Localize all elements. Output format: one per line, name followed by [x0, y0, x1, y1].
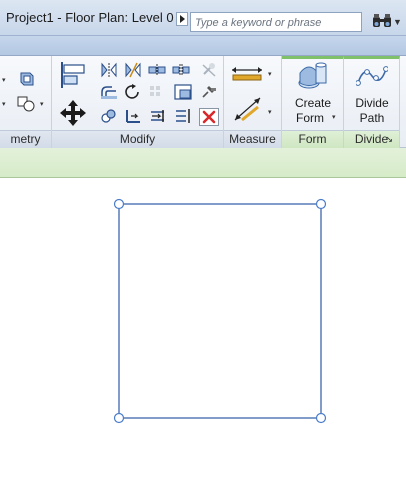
split-with-gap-icon[interactable]: [172, 62, 190, 78]
offset-icon[interactable]: [100, 84, 118, 100]
cut-geometry-icon[interactable]: [16, 94, 38, 114]
measure-between-references-icon[interactable]: [230, 64, 264, 82]
panel-overflow: [400, 56, 406, 148]
title-bar: Project1 - Floor Plan: Level 0 ▼: [0, 0, 406, 36]
drawing-canvas[interactable]: [0, 178, 406, 479]
revit-window: Project1 - Floor Plan: Level 0 ▼ ▾ ▾: [0, 0, 406, 479]
delete-icon: [202, 110, 216, 124]
ribbon: ▾ ▾ ▾ metry Modify ▾ ▾ Measure Create Fo…: [0, 56, 406, 148]
panel-measure: ▾ ▾ Measure: [224, 56, 282, 148]
ribbon-tab-strip: [0, 36, 406, 56]
panel-label-geometry: metry: [0, 130, 51, 148]
dropdown-arrow-icon[interactable]: ▾: [268, 70, 272, 78]
divide-path-button[interactable]: Divide Path: [346, 59, 398, 129]
dropdown-arrow-icon[interactable]: ▾: [332, 113, 336, 121]
delete-button[interactable]: [199, 108, 219, 126]
join-geometry-icon[interactable]: [18, 70, 36, 88]
window-title: Project1 - Floor Plan: Level 0: [6, 10, 174, 25]
unpin-icon[interactable]: [200, 62, 218, 78]
binoculars-dropdown-icon[interactable]: ▼: [393, 17, 402, 27]
trim-extend-corner-icon[interactable]: [124, 108, 142, 124]
trim-extend-multiple-icon[interactable]: [174, 108, 192, 124]
panel-launcher-icon[interactable]: ↘: [385, 131, 393, 148]
divide-path-label-line2: Path: [359, 111, 385, 125]
search-expand-arrow-icon[interactable]: [176, 12, 188, 26]
grip-top-right[interactable]: [315, 198, 327, 210]
grip-bottom-left[interactable]: [113, 412, 125, 424]
mirror-draw-axis-icon[interactable]: [124, 62, 142, 78]
panel-form: Create Form ▾ Form: [282, 56, 344, 148]
divide-path-icon: [356, 66, 388, 86]
measure-along-element-icon[interactable]: [232, 94, 264, 124]
dropdown-arrow-icon[interactable]: ▾: [40, 100, 44, 108]
split-element-icon[interactable]: [148, 62, 166, 78]
binoculars-icon[interactable]: [372, 13, 392, 29]
move-icon[interactable]: [58, 98, 88, 128]
panel-label-measure: Measure: [224, 130, 281, 148]
grip-bottom-right[interactable]: [315, 412, 327, 424]
search-input[interactable]: [191, 14, 361, 32]
create-form-label-line1: Create: [294, 96, 332, 110]
pin-icon[interactable]: [200, 84, 218, 100]
panel-label-form: Form: [282, 130, 343, 148]
panel-label-divide-text: Divide: [354, 132, 389, 146]
panel-label-modify: Modify: [52, 130, 223, 148]
panel-geometry: ▾ ▾ ▾ metry: [0, 56, 52, 148]
trim-extend-single-icon[interactable]: [148, 108, 166, 124]
array-icon[interactable]: [148, 84, 166, 100]
panel-divide: Divide Path Divide ↘: [344, 56, 400, 148]
divide-path-label-line1: Divide: [355, 96, 389, 110]
mirror-pick-axis-icon[interactable]: [100, 62, 118, 78]
create-form-label-line2: Form: [296, 111, 324, 125]
align-icon[interactable]: [58, 60, 88, 90]
create-form-icon: [298, 62, 327, 89]
rotate-icon[interactable]: [124, 84, 142, 100]
options-bar: [0, 148, 406, 178]
dropdown-arrow-icon[interactable]: ▾: [268, 108, 272, 116]
panel-label-divide: Divide ↘: [344, 130, 399, 148]
panel-modify: Modify: [52, 56, 224, 148]
rectangle-sketch[interactable]: [118, 203, 322, 419]
copy-icon[interactable]: [100, 108, 118, 124]
search-box[interactable]: [190, 12, 362, 32]
dropdown-arrow-icon[interactable]: ▾: [2, 76, 6, 84]
create-form-button[interactable]: Create Form ▾: [286, 59, 340, 129]
dropdown-arrow-icon[interactable]: ▾: [2, 100, 6, 108]
sketch-layer: [113, 198, 327, 424]
grip-top-left[interactable]: [113, 198, 125, 210]
scale-icon[interactable]: [174, 84, 192, 100]
